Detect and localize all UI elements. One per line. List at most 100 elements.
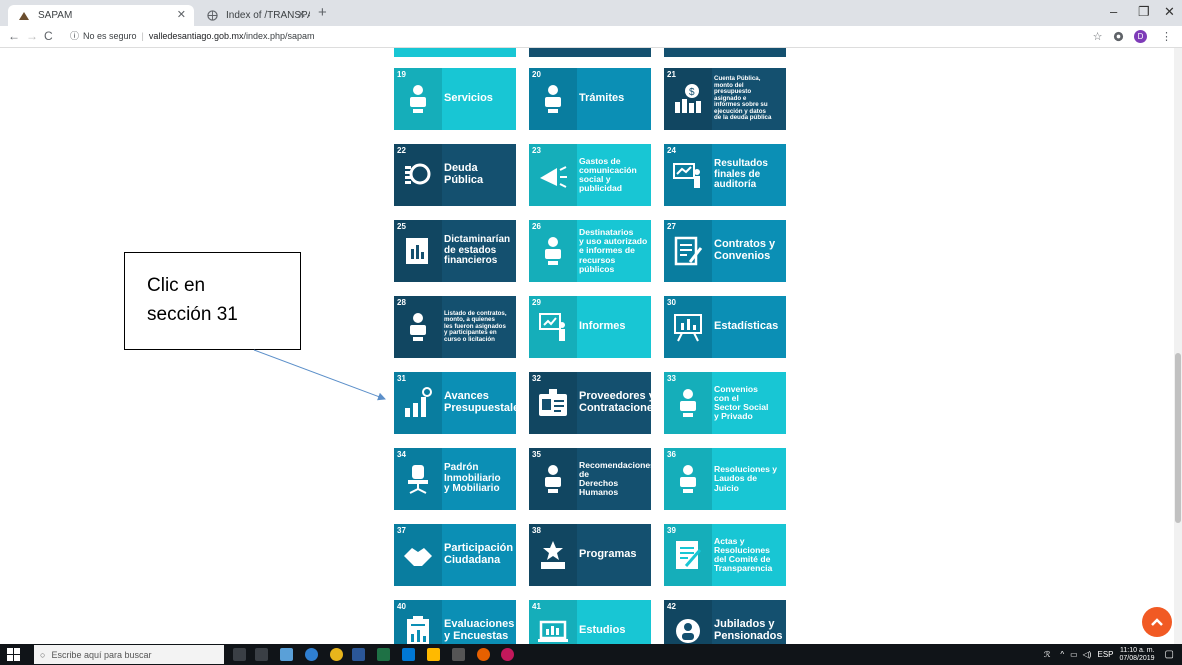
tile-39[interactable]: 39 Actas y Resoluciones del Comité de Tra…: [664, 524, 786, 586]
extension-icon[interactable]: [1112, 30, 1125, 43]
tile-title: Gastos de comunicación social y publicid…: [579, 155, 637, 194]
tile-title: Listado de contratos, monto, a quienes l…: [444, 309, 507, 343]
people-icon[interactable]: ℛ: [1044, 650, 1050, 659]
clipboard-chart-icon: [402, 614, 434, 644]
tile-28[interactable]: 28 Listado de contratos, monto, a quienes…: [394, 296, 516, 358]
bookmark-star-icon[interactable]: ☆: [1091, 30, 1104, 43]
excel-icon[interactable]: [377, 648, 390, 661]
reload-button[interactable]: C: [44, 29, 53, 43]
url-separator: |: [141, 30, 144, 41]
firefox-icon[interactable]: [477, 648, 490, 661]
id-card-icon: [537, 386, 569, 420]
arrows-person-icon: [537, 234, 569, 268]
tile-number: 42: [667, 602, 676, 611]
tile-title: Destinatarios y uso autorizado e informe…: [579, 227, 648, 274]
handshake-icon: [402, 538, 434, 572]
tab-close-icon[interactable]: ✕: [297, 8, 306, 21]
tab-sapam[interactable]: SAPAM ✕: [8, 5, 194, 26]
tile-30[interactable]: 30 Estadísticas: [664, 296, 786, 358]
language-indicator[interactable]: ESP: [1097, 650, 1113, 659]
app-icon[interactable]: [501, 648, 514, 661]
file-explorer-icon[interactable]: [280, 648, 293, 661]
contract-pen-icon: [672, 234, 704, 268]
tile-title: Informes: [579, 320, 626, 333]
gear-person-icon: [672, 614, 704, 644]
tile-23[interactable]: 23 Gastos de comunicación social y public…: [529, 144, 651, 206]
tile-title: Recomendaciones de Derechos Humanos: [579, 459, 651, 498]
eye-people-icon: [537, 462, 569, 496]
menu-dots-icon[interactable]: ⋮: [1160, 30, 1173, 43]
volume-icon[interactable]: ◁): [1083, 650, 1092, 659]
network-icon[interactable]: ▭: [1070, 650, 1078, 659]
edge-browser-icon[interactable]: [305, 648, 318, 661]
tile-37[interactable]: 37 Participación Ciudadana: [394, 524, 516, 586]
tile-title: Resultados finales de auditoría: [714, 158, 768, 191]
chrome-browser-icon[interactable]: [330, 648, 343, 661]
tile-20[interactable]: 20 Trámites: [529, 68, 651, 130]
tile-number: 27: [667, 222, 676, 231]
url-omnibox[interactable]: ⓘ No es seguro | valledesantiago.gob.mx …: [70, 29, 315, 42]
forward-button[interactable]: →: [26, 29, 38, 43]
tile-41[interactable]: 41 Estudios: [529, 600, 651, 644]
svg-text:$: $: [689, 87, 695, 98]
task-view-icon[interactable]: [255, 648, 268, 661]
board-meeting-icon: [672, 462, 704, 496]
windows-start-icon[interactable]: [6, 647, 22, 662]
page-scrollbar[interactable]: [1174, 48, 1182, 644]
tile-35[interactable]: 35 Recomendaciones de Derechos Humanos: [529, 448, 651, 510]
tile-title: Deuda Pública: [444, 162, 484, 186]
tile-number: 33: [667, 374, 676, 383]
tile-number: 31: [397, 374, 406, 383]
tile-36[interactable]: 36 Resoluciones y Laudos de Juicio: [664, 448, 786, 510]
close-window-button[interactable]: ✕: [1164, 4, 1175, 20]
chevron-up-icon: [1151, 618, 1163, 626]
tile-25[interactable]: 25 Dictaminarían de estados financieros: [394, 220, 516, 282]
tile-number: 19: [397, 70, 406, 79]
tile-24[interactable]: 24 Resultados finales de auditoría: [664, 144, 786, 206]
notifications-icon[interactable]: ▢: [1165, 649, 1174, 660]
tile-partial-16[interactable]: [394, 48, 516, 57]
scroll-to-top-button[interactable]: [1142, 607, 1172, 637]
globe-icon: [206, 10, 218, 22]
back-button[interactable]: ←: [8, 29, 20, 43]
tile-27[interactable]: 27 Contratos y Convenios: [664, 220, 786, 282]
tile-number: 41: [532, 602, 541, 611]
tile-19[interactable]: 19 Servicios: [394, 68, 516, 130]
tile-31[interactable]: 31 Avances Presupuestales: [394, 372, 516, 434]
tile-29[interactable]: 29 Informes: [529, 296, 651, 358]
outlook-icon[interactable]: [402, 648, 415, 661]
people-service-icon: [402, 82, 434, 116]
tile-42[interactable]: 42 Jubilados y Pensionados: [664, 600, 786, 644]
microphone-icon[interactable]: [233, 648, 246, 661]
tile-33[interactable]: 33 Convenios con el Sector Social y Priva…: [664, 372, 786, 434]
tile-34[interactable]: 34 Padrón Inmobiliario y Mobiliario: [394, 448, 516, 510]
money-chart-icon: $: [672, 82, 704, 116]
word-icon[interactable]: [352, 648, 365, 661]
tile-26[interactable]: 26 Destinatarios y uso autorizado e infor…: [529, 220, 651, 282]
profile-avatar[interactable]: D: [1134, 30, 1147, 43]
minimize-button[interactable]: –: [1110, 4, 1117, 19]
tile-38[interactable]: 38 Programas: [529, 524, 651, 586]
new-tab-button[interactable]: +: [318, 4, 327, 21]
taskbar-search-input[interactable]: ○ Escribe aquí para buscar: [34, 645, 224, 664]
tile-partial-17[interactable]: [529, 48, 651, 57]
paint-icon[interactable]: [427, 648, 440, 661]
tile-21[interactable]: 21 $ Cuenta Pública, monto del presupuesto…: [664, 68, 786, 130]
chevron-up-icon[interactable]: ^: [1060, 650, 1064, 659]
maximize-button[interactable]: ❐: [1138, 4, 1150, 20]
tab-index-transparencia[interactable]: Index of /TRANSPARENCIA/CON ✕: [196, 5, 314, 26]
info-icon[interactable]: ⓘ: [70, 29, 79, 42]
office-chair-icon: [402, 462, 434, 496]
tile-32[interactable]: 32 Proveedores y Contrataciones: [529, 372, 651, 434]
scrollbar-thumb[interactable]: [1175, 353, 1181, 523]
tab-close-icon[interactable]: ✕: [177, 8, 186, 21]
tile-22[interactable]: 22 Deuda Pública: [394, 144, 516, 206]
tile-partial-18[interactable]: [664, 48, 786, 57]
tile-number: 21: [667, 70, 676, 79]
laptop-chart-icon: [537, 614, 569, 644]
calculator-icon[interactable]: [452, 648, 465, 661]
report-chart-icon: [402, 234, 434, 268]
tile-40[interactable]: 40 Evaluaciones y Encuestas: [394, 600, 516, 644]
tile-number: 39: [667, 526, 676, 535]
taskbar-clock[interactable]: 11:10 a. m. 07/08/2019: [1120, 647, 1155, 662]
